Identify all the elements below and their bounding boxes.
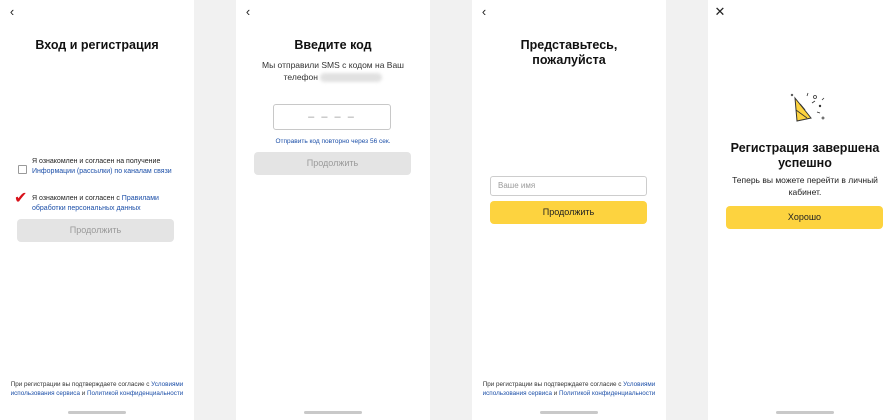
screen-registration-success: ✕ Регистрация завершена успешно Теперь в… bbox=[708, 0, 892, 420]
consent-personal-data: ✔ Я ознакомлен и согласен с Правилами об… bbox=[14, 191, 182, 213]
privacy-policy-link[interactable]: Политикой конфиденциальности bbox=[559, 390, 655, 397]
page-title: Введите код bbox=[294, 38, 372, 52]
mailing-consent-checkbox[interactable] bbox=[18, 165, 27, 174]
home-indicator bbox=[68, 411, 126, 414]
success-message: Теперь вы можете перейти в личный кабине… bbox=[732, 175, 878, 197]
home-indicator bbox=[304, 411, 362, 414]
footer-and: и bbox=[551, 389, 559, 397]
chevron-left-icon[interactable]: ‹ bbox=[5, 5, 19, 19]
home-indicator bbox=[776, 411, 834, 414]
sms-subtitle: Мы отправили SMS с кодом на Ваш телефон bbox=[246, 59, 420, 83]
footer-text: При регистрации вы подтверждаете согласи… bbox=[482, 381, 624, 388]
sms-subtitle-line2: телефон bbox=[283, 72, 318, 82]
terms-footer: При регистрации вы подтверждаете согласи… bbox=[478, 381, 660, 398]
success-title: Регистрация завершена успешно bbox=[730, 141, 880, 170]
consent-personal-data-text: Я ознакомлен и согласен с bbox=[32, 195, 122, 202]
chevron-left-icon[interactable]: ‹ bbox=[477, 5, 491, 19]
party-popper-icon bbox=[790, 92, 825, 122]
resend-code-link[interactable]: Отправить код повторно через 56 сек. bbox=[246, 137, 420, 146]
consent-mailing: Я ознакомлен и согласен на получение Инф… bbox=[18, 157, 182, 176]
continue-button[interactable]: Продолжить bbox=[17, 219, 174, 242]
name-input[interactable]: Ваше имя bbox=[490, 176, 647, 196]
blurred-phone-number bbox=[320, 73, 383, 83]
screen-enter-code: ‹ Введите код Мы отправили SMS с кодом н… bbox=[236, 0, 430, 420]
mailing-info-link[interactable]: Информации (рассылки) по каналам связи bbox=[32, 168, 172, 175]
screen-introduce-yourself: ‹ Представьтесь, пожалуйста Ваше имя Про… bbox=[472, 0, 666, 420]
chevron-left-icon[interactable]: ‹ bbox=[241, 5, 255, 19]
sms-subtitle-line2-wrap: телефон bbox=[246, 71, 420, 83]
page-title: Представьтесь, пожалуйста bbox=[520, 38, 618, 67]
terms-footer: При регистрации вы подтверждаете согласи… bbox=[6, 381, 188, 398]
checkmark-icon[interactable]: ✔ bbox=[14, 191, 27, 207]
footer-text: При регистрации вы подтверждаете согласи… bbox=[10, 381, 152, 388]
sms-code-input[interactable]: – – – – bbox=[273, 104, 391, 130]
home-indicator bbox=[540, 411, 598, 414]
screen-login-registration: ‹ Вход и регистрация Я ознакомлен и согл… bbox=[0, 0, 194, 420]
page-title: Вход и регистрация bbox=[35, 38, 159, 52]
footer-and: и bbox=[79, 389, 87, 397]
ok-button[interactable]: Хорошо bbox=[726, 206, 883, 229]
privacy-policy-link[interactable]: Политикой конфиденциальности bbox=[87, 390, 183, 397]
consent-mailing-text: Я ознакомлен и согласен на получение bbox=[32, 158, 161, 165]
continue-button[interactable]: Продолжить bbox=[490, 201, 647, 224]
sms-subtitle-line1: Мы отправили SMS с кодом на Ваш bbox=[261, 60, 404, 70]
close-icon[interactable]: ✕ bbox=[713, 5, 727, 19]
continue-button[interactable]: Продолжить bbox=[254, 152, 411, 175]
